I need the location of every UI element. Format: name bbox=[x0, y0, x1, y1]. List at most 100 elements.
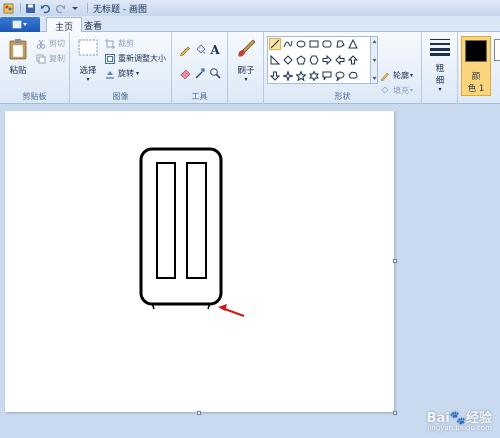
select-rectangle-icon bbox=[78, 39, 98, 56]
brush-icon bbox=[238, 39, 256, 57]
outline-button[interactable]: 轮廓 ▾ bbox=[380, 70, 413, 81]
scissors-icon bbox=[36, 39, 46, 49]
pentagon-shape-icon[interactable] bbox=[295, 54, 307, 66]
size-label-line2: 细 bbox=[435, 76, 445, 86]
size-button[interactable]: 粗 细 ▾ bbox=[426, 38, 454, 93]
color1-button[interactable]: 颜 色 1 bbox=[461, 36, 491, 96]
fill-button[interactable]: 填充 ▾ bbox=[380, 85, 413, 96]
select-dropdown-icon: ▾ bbox=[86, 76, 90, 83]
cut-label: 剪切 bbox=[49, 39, 65, 48]
redo-icon[interactable] bbox=[54, 2, 66, 14]
color2-button[interactable] bbox=[494, 36, 500, 96]
four-point-star-shape-icon[interactable] bbox=[282, 70, 294, 82]
tools-group-label: 工具 bbox=[191, 92, 208, 101]
rectangular-callout-shape-icon[interactable] bbox=[321, 70, 333, 82]
outline-dropdown-icon: ▾ bbox=[410, 72, 414, 79]
resize-icon bbox=[105, 53, 115, 64]
window-title: 无标题 - 画图 bbox=[93, 4, 147, 15]
save-icon[interactable] bbox=[24, 2, 36, 14]
six-point-star-shape-icon[interactable] bbox=[308, 70, 320, 82]
brushes-button[interactable]: 刷子 ▾ bbox=[232, 38, 260, 83]
oval-shape-icon[interactable] bbox=[295, 38, 307, 50]
right-triangle-shape-icon[interactable] bbox=[269, 54, 281, 66]
drawn-outer-rounded-rectangle bbox=[139, 147, 223, 306]
size-label-line1: 粗 bbox=[435, 64, 445, 74]
curve-shape-icon[interactable] bbox=[282, 38, 294, 50]
drawn-left-inner-rectangle bbox=[156, 162, 176, 279]
clipboard-group: 粘贴 剪切 复制 剪贴板 bbox=[0, 32, 70, 104]
tab-view[interactable]: 查看 bbox=[76, 17, 110, 33]
annotation-arrow bbox=[218, 304, 245, 317]
magnifier-icon[interactable] bbox=[208, 66, 222, 80]
outline-pencil-icon bbox=[380, 71, 390, 81]
text-tool-glyph: A bbox=[210, 43, 220, 57]
ribbon-tabs: 主页 查看 bbox=[0, 16, 500, 33]
watermark-url: jingyan.baidu.com bbox=[427, 424, 492, 432]
workspace: Bai🐾经验 jingyan.baidu.com bbox=[0, 105, 500, 438]
color1-label-line2: 色 1 bbox=[467, 84, 485, 94]
undo-icon[interactable] bbox=[39, 2, 51, 14]
size-dropdown-icon: ▾ bbox=[438, 86, 442, 93]
line-width-icon bbox=[430, 39, 450, 56]
resize-button[interactable]: 重新调整大小 bbox=[105, 53, 166, 64]
five-point-star-shape-icon[interactable] bbox=[295, 70, 307, 82]
copy-icon bbox=[36, 54, 46, 64]
image-group: 选择 ▾ 裁剪 重新调整大小 旋转 ▾ 图像 bbox=[70, 32, 172, 104]
shapes-gallery-scrollbar[interactable] bbox=[371, 36, 378, 84]
paint-app-icon[interactable] bbox=[2, 2, 14, 14]
crop-icon bbox=[105, 38, 115, 49]
pencil-icon[interactable] bbox=[178, 43, 192, 57]
menu-icon bbox=[12, 20, 27, 29]
brushes-label: 刷子 bbox=[237, 66, 255, 76]
rotate-label: 旋转 bbox=[118, 69, 134, 78]
drawing-canvas[interactable] bbox=[5, 111, 394, 412]
rotate-button[interactable]: 旋转 ▾ bbox=[105, 68, 139, 79]
cloud-callout-shape-icon[interactable] bbox=[347, 70, 359, 82]
rotate-dropdown-icon: ▾ bbox=[136, 70, 140, 77]
file-menu-button[interactable] bbox=[0, 17, 40, 32]
crop-button[interactable]: 裁剪 bbox=[105, 38, 134, 49]
triangle-shape-icon[interactable] bbox=[347, 38, 359, 50]
right-arrow-shape-icon[interactable] bbox=[321, 54, 333, 66]
crop-label: 裁剪 bbox=[118, 39, 134, 48]
rotate-icon bbox=[105, 69, 115, 79]
fill-bucket-icon[interactable] bbox=[193, 43, 207, 57]
polygon-shape-icon[interactable] bbox=[334, 38, 346, 50]
tools-group: A 工具 bbox=[172, 32, 228, 104]
up-arrow-shape-icon[interactable] bbox=[347, 54, 359, 66]
oval-callout-shape-icon[interactable] bbox=[334, 70, 346, 82]
text-tool-icon[interactable]: A bbox=[208, 43, 222, 57]
line-shape-icon[interactable] bbox=[269, 38, 281, 50]
down-arrow-shape-icon[interactable] bbox=[269, 70, 281, 82]
copy-label: 复制 bbox=[49, 54, 65, 63]
drawn-right-inner-rectangle bbox=[186, 162, 207, 279]
outline-label: 轮廓 bbox=[393, 71, 409, 80]
paste-button[interactable]: 粘贴 bbox=[6, 38, 30, 76]
shapes-gallery bbox=[267, 36, 371, 84]
rectangle-shape-icon[interactable] bbox=[308, 38, 320, 50]
canvas-resize-handle-right[interactable] bbox=[393, 259, 397, 263]
rounded-rectangle-shape-icon[interactable] bbox=[321, 38, 333, 50]
eraser-icon[interactable] bbox=[178, 66, 192, 80]
size-group: 粗 细 ▾ bbox=[422, 32, 458, 104]
canvas-drawing bbox=[139, 147, 245, 317]
separator bbox=[20, 3, 21, 13]
canvas-resize-handle-bottom[interactable] bbox=[197, 411, 201, 415]
image-group-label: 图像 bbox=[112, 92, 129, 101]
resize-label: 重新调整大小 bbox=[118, 54, 166, 63]
diamond-shape-icon[interactable] bbox=[282, 54, 294, 66]
select-button[interactable]: 选择 ▾ bbox=[76, 38, 100, 83]
copy-button[interactable]: 复制 bbox=[36, 53, 65, 64]
clipboard-group-label: 剪贴板 bbox=[22, 92, 47, 101]
paste-label: 粘贴 bbox=[9, 66, 27, 76]
hexagon-shape-icon[interactable] bbox=[308, 54, 320, 66]
left-arrow-shape-icon[interactable] bbox=[334, 54, 346, 66]
color2-swatch bbox=[494, 39, 500, 61]
fill-bucket-small-icon bbox=[380, 86, 390, 96]
canvas-resize-handle-corner[interactable] bbox=[393, 411, 397, 415]
color-picker-icon[interactable] bbox=[193, 66, 207, 80]
customize-toolbar-icon[interactable] bbox=[69, 2, 81, 14]
fill-dropdown-icon: ▾ bbox=[410, 87, 414, 94]
cut-button[interactable]: 剪切 bbox=[36, 38, 65, 49]
fill-label: 填充 bbox=[393, 86, 409, 95]
